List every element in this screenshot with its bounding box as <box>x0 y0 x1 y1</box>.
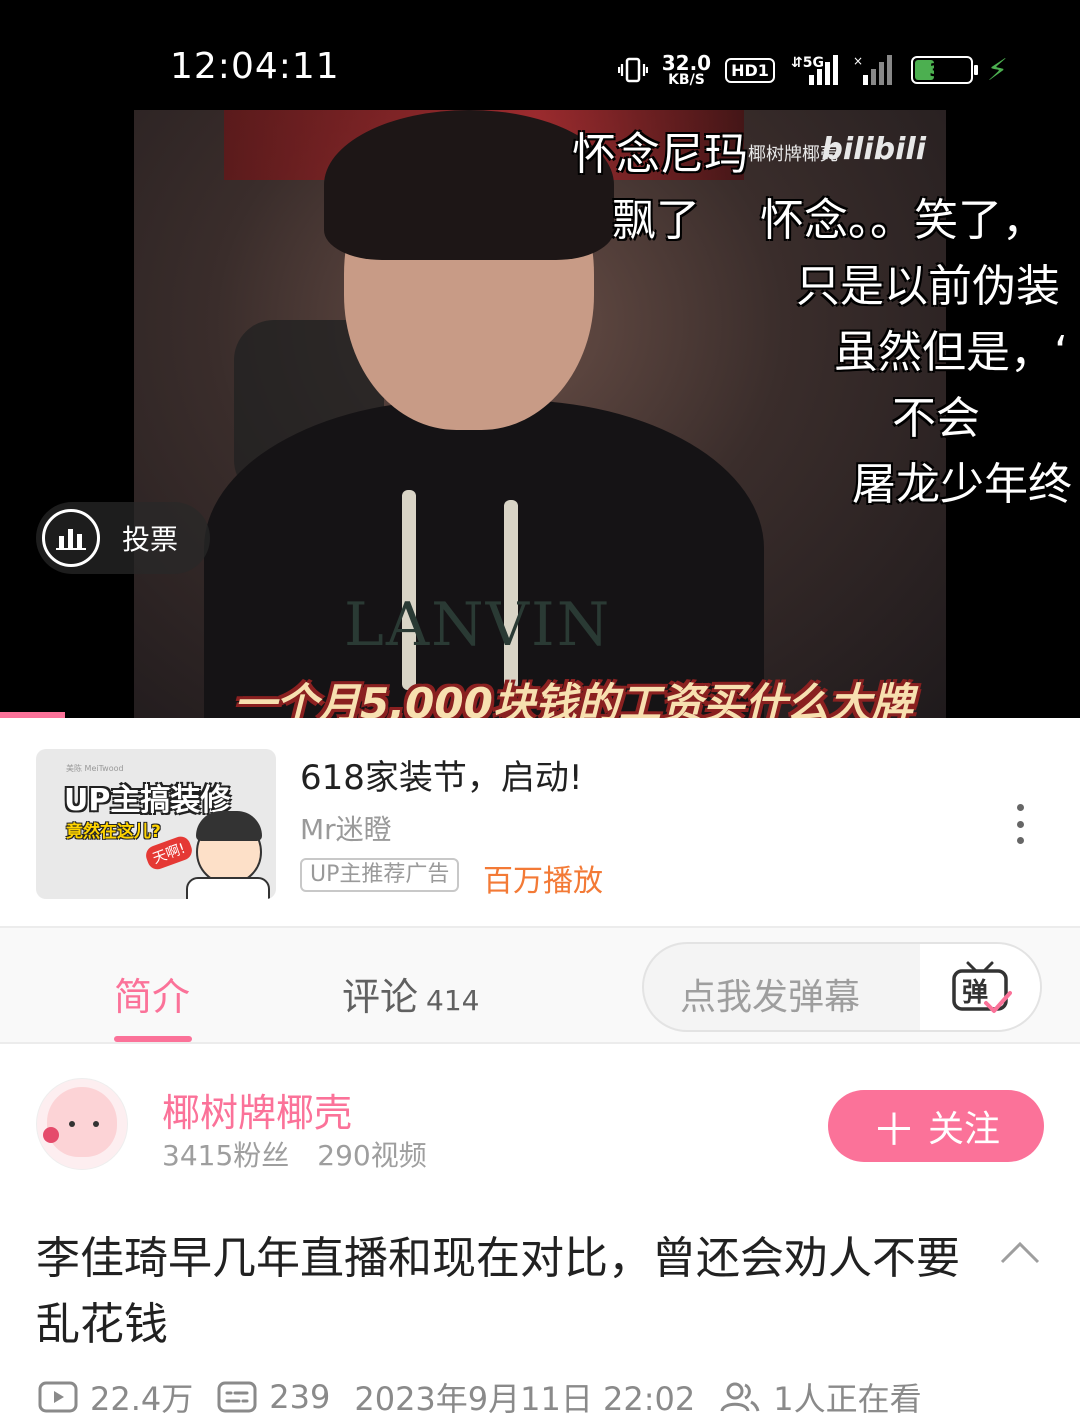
plus-icon: ＋ <box>871 1105 916 1156</box>
danmaku-placeholder: 点我发弹幕 <box>680 977 861 1018</box>
tab-intro[interactable]: 简介 <box>114 966 190 1021</box>
svg-text:×: × <box>853 54 863 68</box>
danmaku-comment: 只是以前伪装 <box>796 261 1060 312</box>
status-icons: 32.0 KB/S HD1 ⇵5G × 36 ⚡ <box>617 48 1008 92</box>
cartoon-suit <box>186 877 270 899</box>
battery-icon: 36 <box>910 56 978 84</box>
vote-label: 投票 <box>122 523 179 556</box>
danmaku-comment: 不会 <box>892 393 980 444</box>
net-speed: 32.0 KB/S <box>661 51 712 88</box>
signal-5g-icon: ⇵5G <box>789 53 839 87</box>
tab-comments[interactable]: 评论 414 <box>342 966 479 1021</box>
view-count: 22.4万 <box>90 1380 194 1418</box>
tab-bar: 简介 评论 414 点我发弹幕 弹 <box>0 926 1080 1044</box>
comments-count: 414 <box>426 984 480 1017</box>
author-stats: 3415粉丝 290视频 <box>162 1134 427 1174</box>
bilibili-logo: bilibili <box>821 132 926 167</box>
video-subtitle: 一个月5,000块钱的工资买什么大牌 <box>234 679 913 718</box>
danmaku-comment: 飘了 <box>612 195 700 246</box>
video-player[interactable]: 12:04:11 32.0 KB/S HD1 ⇵5G × 36 ⚡ LANVIN… <box>0 0 1080 718</box>
signal-no-sim-icon: × <box>853 53 897 87</box>
ad-thumbnail[interactable]: 美陈 MeiTwood UP主搞装修 竟然在这儿? 天啊! <box>36 749 276 899</box>
vibrate-icon <box>617 55 648 85</box>
svg-text:⇵5G: ⇵5G <box>791 55 824 71</box>
chevron-up-icon[interactable] <box>998 1236 1042 1266</box>
ad-title[interactable]: 618家装节，启动! <box>300 750 583 799</box>
danmaku-count: 239 <box>269 1378 331 1416</box>
hair-shape <box>324 110 614 260</box>
ad-card[interactable]: 美陈 MeiTwood UP主搞装修 竟然在这儿? 天啊! 618家装节，启动!… <box>0 718 1080 926</box>
video-meta: 22.4万 239 2023年9月11日 22:02 1人正在看 <box>38 1374 922 1420</box>
video-progress-bar[interactable] <box>0 712 65 718</box>
danmaku-toggle-icon[interactable]: 弹 <box>920 944 1040 1030</box>
play-count-icon <box>38 1380 78 1414</box>
danmaku-count-icon <box>217 1380 257 1414</box>
active-tab-indicator <box>114 1036 192 1042</box>
vote-button[interactable]: 投票 <box>36 502 210 574</box>
danmaku-comment: 屠龙少年终 <box>852 459 1072 510</box>
status-time: 12:04:11 <box>170 46 340 87</box>
avatar[interactable] <box>36 1078 128 1170</box>
danmaku-comment: 怀念。。笑了， <box>760 195 1046 246</box>
author-name[interactable]: 椰树牌椰壳 <box>162 1082 352 1137</box>
charging-icon: ⚡ <box>986 52 1008 88</box>
publish-datetime: 2023年9月11日 22:02 <box>354 1380 696 1418</box>
status-bar: 12:04:11 32.0 KB/S HD1 ⇵5G × 36 ⚡ <box>0 0 1080 110</box>
danmaku-input[interactable]: 点我发弹幕 弹 <box>642 942 1042 1032</box>
ad-thumb-subtitle: 竟然在这儿? <box>66 822 161 842</box>
more-options-icon[interactable] <box>1006 804 1034 844</box>
danmaku-comment: 怀念尼玛 <box>572 129 748 180</box>
hd-icon: HD1 <box>725 57 775 83</box>
author-videos: 290视频 <box>317 1139 427 1172</box>
ad-author: Mr迷瞪 <box>300 813 392 846</box>
follow-button[interactable]: ＋ 关注 <box>828 1090 1044 1162</box>
ad-tag: UP主推荐广告 <box>300 858 460 892</box>
viewers-icon <box>719 1380 761 1414</box>
danmaku-comment: 虽然但是，‘ <box>834 327 1068 378</box>
watching-count: 1人正在看 <box>773 1380 922 1418</box>
video-title: 李佳琦早几年直播和现在对比，曾还会劝人不要乱花钱 <box>36 1233 960 1350</box>
ad-plays: 百万播放 <box>483 864 603 899</box>
author-fans: 3415粉丝 <box>162 1139 290 1172</box>
shirt-brand: LANVIN <box>344 590 612 660</box>
poll-icon <box>42 509 100 567</box>
ad-thumb-title: UP主搞装修 <box>64 783 231 818</box>
cartoon-face <box>196 811 262 885</box>
